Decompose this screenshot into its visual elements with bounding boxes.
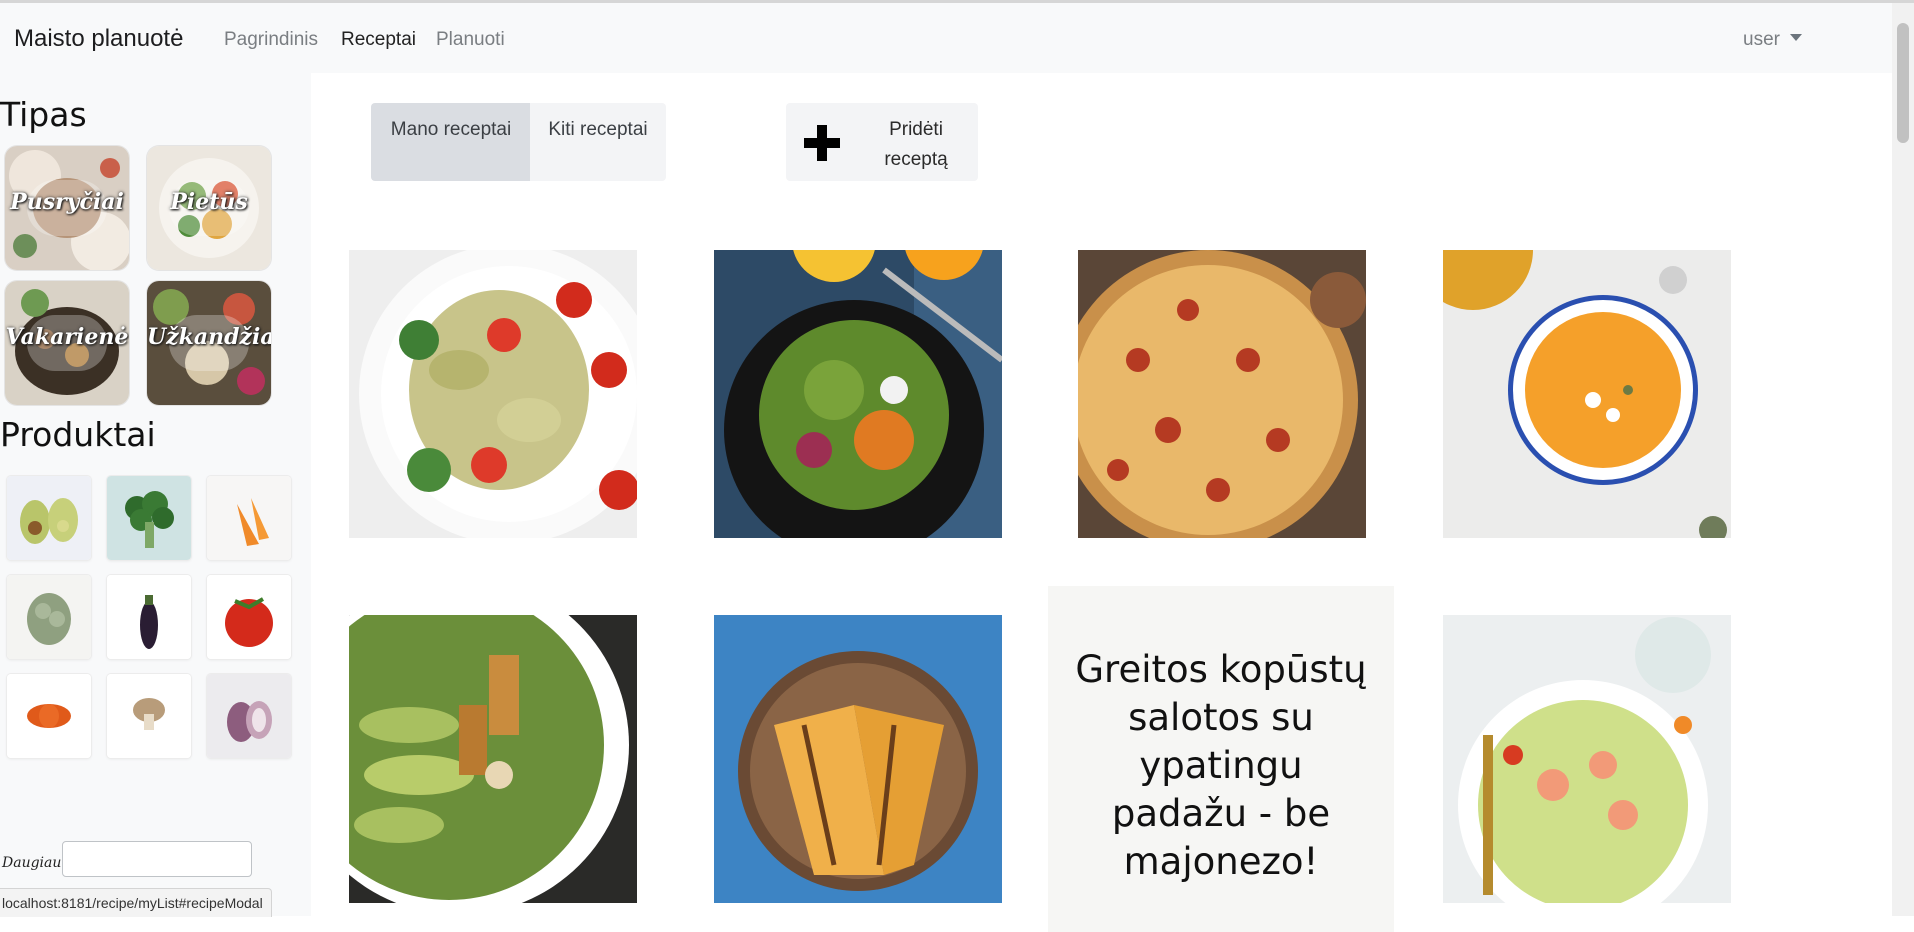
recipe-card[interactable]: Greitos kopūstų salotos su ypatingu pada… xyxy=(1048,586,1394,932)
product-eggplant[interactable] xyxy=(107,575,191,659)
products-section-title: Produktai xyxy=(0,415,156,454)
scrollbar-thumb[interactable] xyxy=(1897,23,1909,143)
page-scrollbar[interactable] xyxy=(1892,3,1914,916)
chicken-avocado-salad-image xyxy=(349,615,637,903)
type-tile-lunch[interactable]: Pietūs xyxy=(147,146,271,270)
add-recipe-label: Pridėti receptą xyxy=(884,119,948,170)
recipe-card[interactable] xyxy=(1078,250,1366,538)
recipe-card[interactable] xyxy=(1443,250,1731,538)
pumpkin-soup-image xyxy=(1443,250,1731,538)
type-section-title: Tipas xyxy=(0,95,87,134)
recipe-title: Greitos kopūstų salotos su ypatingu pada… xyxy=(1075,648,1367,883)
user-name: user xyxy=(1743,29,1780,50)
shrimp-salad-image xyxy=(1443,615,1731,903)
carrot-icon xyxy=(207,476,291,560)
tomato-icon xyxy=(207,575,291,659)
nav-link-plan[interactable]: Planuoti xyxy=(436,29,505,51)
product-pumpkin[interactable] xyxy=(7,674,91,758)
type-label-breakfast: Pusryčiai xyxy=(10,189,124,215)
eggplant-icon xyxy=(107,575,191,659)
user-dropdown[interactable]: user xyxy=(1743,29,1802,51)
product-onion[interactable] xyxy=(207,674,291,758)
browser-status-url: localhost:8181/recipe/myList#recipeModal xyxy=(0,888,272,917)
pizza-image xyxy=(1078,250,1366,538)
nav-link-home[interactable]: Pagrindinis xyxy=(224,29,318,51)
avocado-icon xyxy=(7,476,91,560)
onion-icon xyxy=(207,674,291,758)
green-salad-image xyxy=(714,250,1002,538)
pasta-salad-image xyxy=(349,250,637,538)
broccoli-icon xyxy=(107,476,191,560)
product-carrot[interactable] xyxy=(207,476,291,560)
type-tile-dinner[interactable]: Vakarienė xyxy=(5,281,129,405)
chevron-down-icon xyxy=(1789,34,1802,41)
recipe-card[interactable] xyxy=(714,250,1002,538)
recipe-card[interactable] xyxy=(349,250,637,538)
recipe-card[interactable] xyxy=(1443,615,1731,903)
product-mushroom[interactable] xyxy=(107,674,191,758)
product-broccoli[interactable] xyxy=(107,476,191,560)
type-tile-breakfast[interactable]: Pusryčiai xyxy=(5,146,129,270)
type-label-snacks: Užkandžiai xyxy=(147,324,271,350)
mushroom-icon xyxy=(107,674,191,758)
pumpkin-icon xyxy=(7,674,91,758)
filter-sidebar: Tipas Pusryčiai Pietūs Vakarienė Užkandž… xyxy=(0,73,311,916)
recipe-card[interactable] xyxy=(349,615,637,903)
nav-link-recipes[interactable]: Receptai xyxy=(341,29,416,51)
type-label-dinner: Vakarienė xyxy=(5,324,129,350)
product-avocado[interactable] xyxy=(7,476,91,560)
product-cauliflower[interactable] xyxy=(7,575,91,659)
plus-icon xyxy=(804,125,840,161)
product-tomato[interactable] xyxy=(207,575,291,659)
cauliflower-icon xyxy=(7,575,91,659)
recipe-card[interactable] xyxy=(714,615,1002,903)
more-products-input[interactable] xyxy=(62,841,252,877)
tab-other-recipes[interactable]: Kiti receptai xyxy=(530,103,666,181)
type-label-lunch: Pietūs xyxy=(170,189,248,215)
type-tile-snacks[interactable]: Užkandžiai xyxy=(147,281,271,405)
brand-logo[interactable]: Maisto planuotė xyxy=(14,25,183,53)
grilled-sandwich-image xyxy=(714,615,1002,903)
add-recipe-button[interactable]: Pridėti receptą xyxy=(786,103,978,181)
top-navbar: Maisto planuotė Pagrindinis Receptai Pla… xyxy=(0,3,1892,73)
more-products-label: Daugiau: xyxy=(2,855,67,871)
tab-my-recipes[interactable]: Mano receptai xyxy=(371,103,531,181)
